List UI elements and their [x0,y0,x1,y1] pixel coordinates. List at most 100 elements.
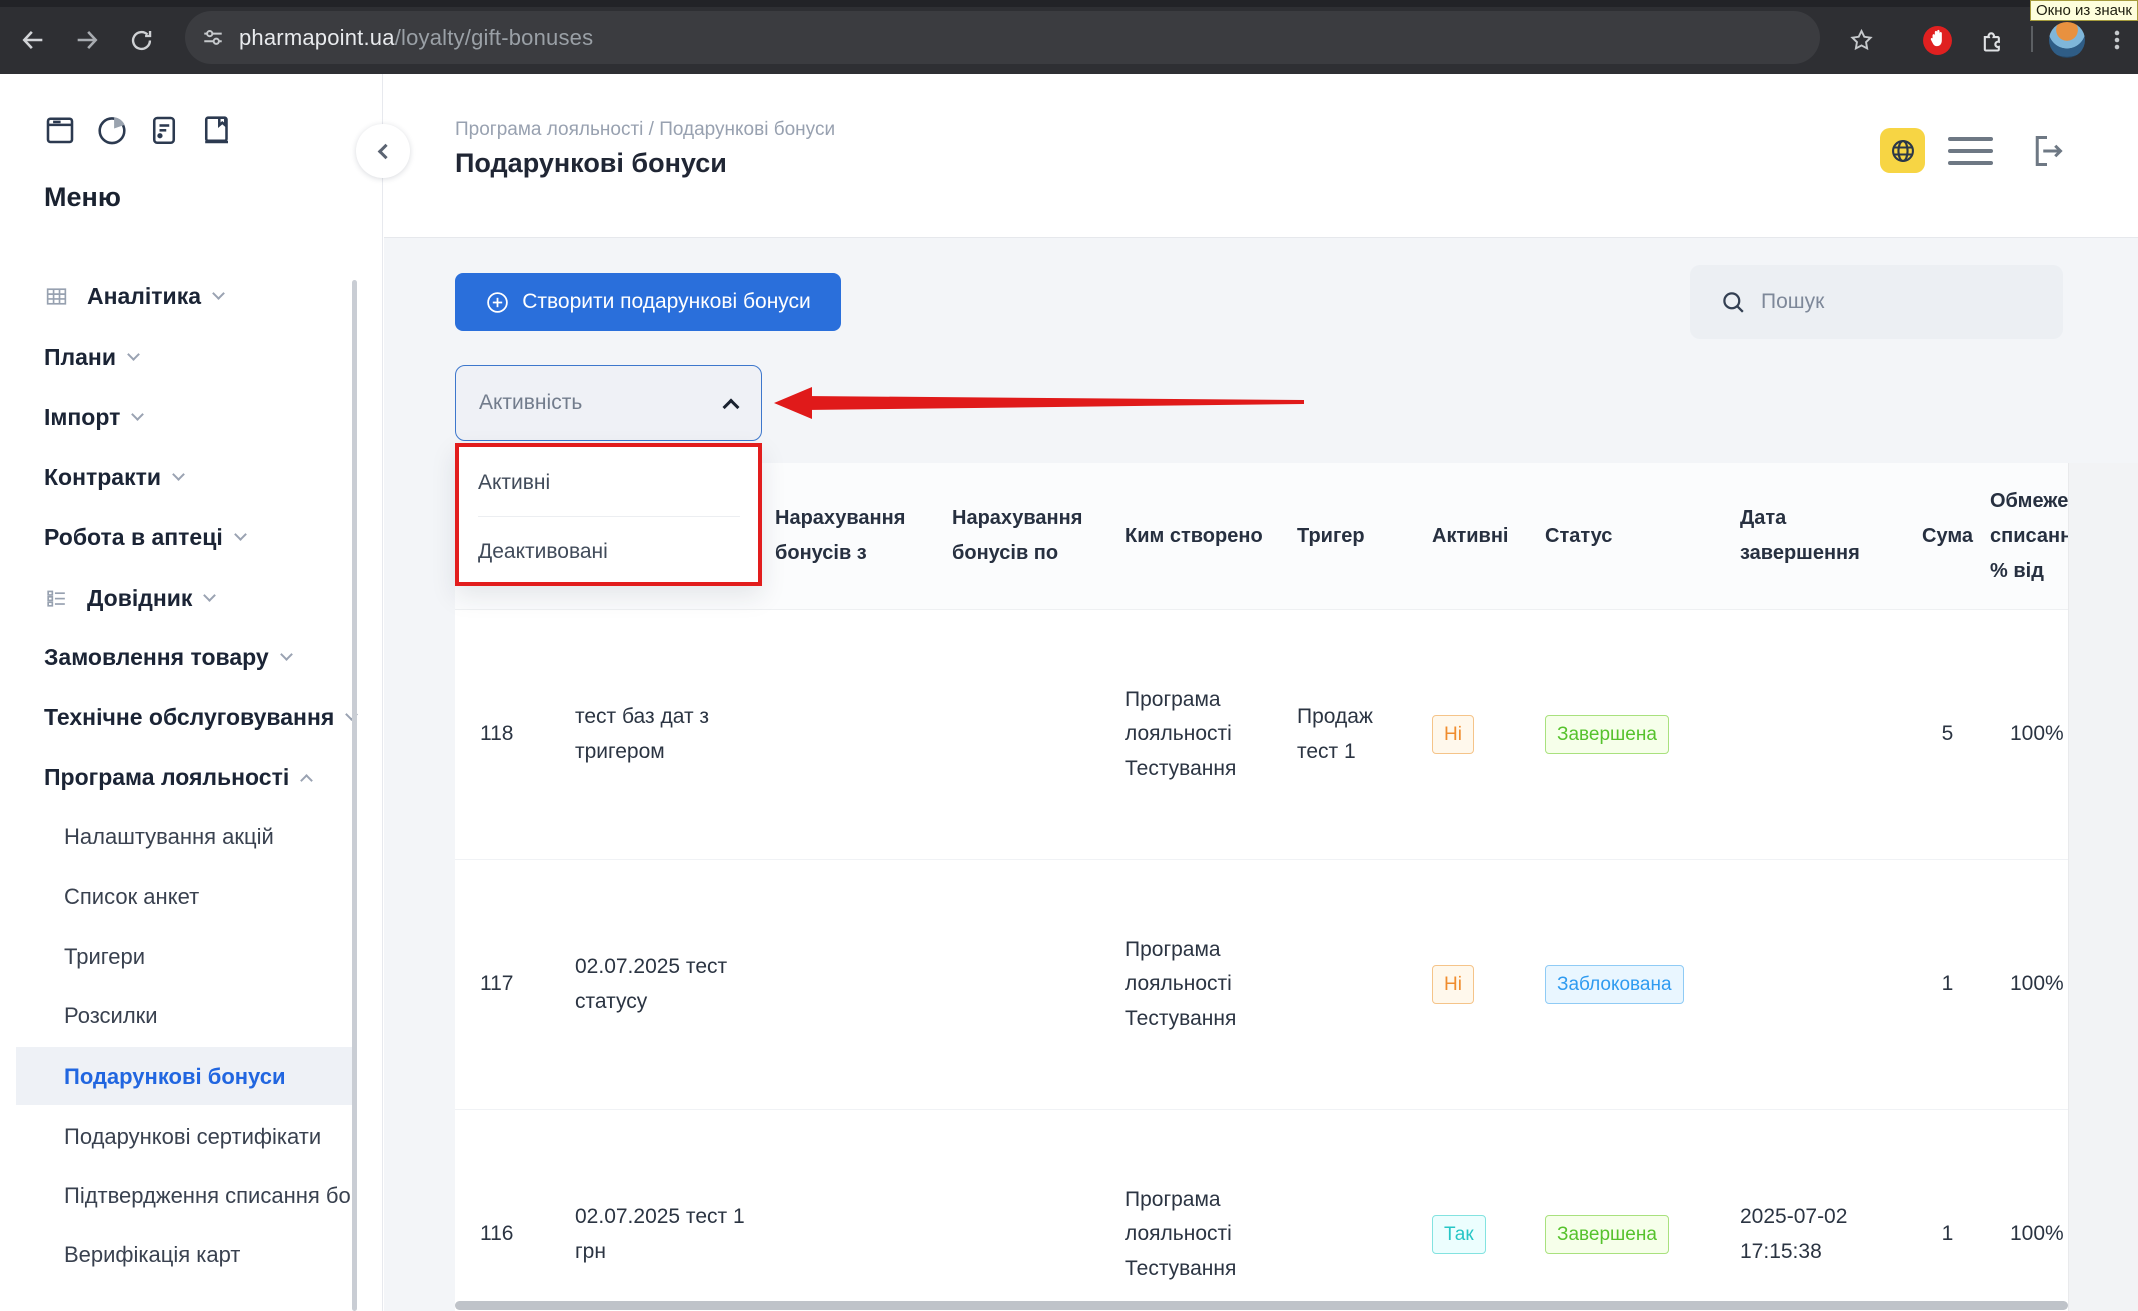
subitem-label: Подарункові бонуси [64,1064,286,1090]
cell-status: Завершена [1545,715,1740,754]
sidebar-item-loyalty-program[interactable]: Програма лояльності [44,757,311,797]
sidebar-item-plans[interactable]: Плани [44,337,138,377]
breadcrumb: Програма лояльності / Подарункові бонуси [455,119,835,141]
back-arrow-icon [19,26,47,54]
sidebar-item-label: Довідник [87,585,192,612]
chevron-down-icon [172,468,185,481]
sidebar-collapse-button[interactable] [356,124,410,178]
column-header-active[interactable]: Активні [1432,519,1545,554]
sidebar-item-label: Плани [44,344,116,371]
create-gift-bonuses-button[interactable]: Створити подарункові бонуси [455,273,841,331]
sidebar-item-label: Робота в аптеці [44,524,223,551]
sidebar-item-goods-order[interactable]: Замовлення товару [44,637,291,677]
active-badge: Так [1432,1215,1486,1254]
browser-menu-button[interactable] [2098,21,2136,59]
sidebar-item-analytics[interactable]: Аналітика [44,276,223,316]
chevron-down-icon [280,648,293,661]
sidebar-subitem-triggers[interactable]: Тригери [64,937,145,977]
browser-reload-button[interactable] [122,21,160,59]
cell-trigger: Продаж тест 1 [1297,700,1432,769]
menu-toggle-button[interactable] [1948,128,1993,173]
url-path: /loyalty/gift-bonuses [395,25,594,50]
adblock-extension-button[interactable] [1918,21,1956,59]
logout-button[interactable] [2024,128,2069,173]
active-badge: Ні [1432,965,1474,1004]
sidebar-item-directory[interactable]: Довідник [44,578,214,618]
chevron-down-icon [212,287,225,300]
subitem-label: Подарункові сертифікати [64,1124,321,1150]
table-row[interactable]: 117 02.07.2025 тест статусу Програма лоя… [455,860,2068,1110]
cell-limit: 100% [1990,717,2068,752]
sidebar-item-import[interactable]: Імпорт [44,397,142,437]
search-input[interactable] [1761,290,2041,314]
table-right-gutter [2068,463,2138,1311]
star-icon [1848,27,1875,54]
filter-option-active[interactable]: Активні [478,471,550,495]
page-title: Подарункові бонуси [455,148,727,179]
sidebar-subitem-card-verification[interactable]: Верифікація карт [64,1235,240,1275]
sidebar-subitem-writeoff-confirmation[interactable]: Підтвердження списання бону... [64,1176,354,1216]
column-header-created-by[interactable]: Ким створено [1125,519,1297,554]
create-button-label: Створити подарункові бонуси [522,290,811,314]
pie-chart-icon[interactable] [94,112,130,148]
url-domain: pharmapoint.ua [239,25,395,50]
column-header-accrual-to[interactable]: Нарахування бонусів по [952,501,1125,571]
sidebar-subitem-questionnaires[interactable]: Список анкет [64,877,199,917]
sidebar-quick-icons [42,112,234,148]
subitem-label: Підтвердження списання бону... [64,1183,354,1209]
table-row[interactable]: 118 тест баз дат з тригером Програма лоя… [455,610,2068,860]
table-row[interactable]: 116 02.07.2025 тест 1 грн Програма лояль… [455,1110,2068,1311]
chevron-down-icon [127,348,140,361]
cell-limit: 100% [1990,967,2068,1002]
column-header-sum[interactable]: Сума [1905,519,1990,554]
toolbar-separator [2031,26,2033,52]
grid-icon [44,284,69,309]
sidebar-item-maintenance[interactable]: Технічне обслуговування [44,697,356,737]
cell-active: Ні [1432,965,1545,1004]
sidebar-subitem-gift-bonuses[interactable]: Подарункові бонуси [64,1057,286,1097]
filter-option-deactivated[interactable]: Деактивовані [478,540,608,564]
cell-id: 117 [455,967,575,1002]
column-header-end-date[interactable]: Дата завершення [1740,501,1905,571]
stop-hand-icon [1922,25,1953,56]
extensions-button[interactable] [1974,21,2012,59]
cell-status: Завершена [1545,1215,1740,1254]
chevron-down-icon [131,408,144,421]
column-header-trigger[interactable]: Тригер [1297,519,1432,554]
reload-icon [128,27,155,54]
chevron-down-icon [204,589,217,602]
activity-filter-dropdown[interactable]: Активність [455,365,762,441]
chevron-up-icon [300,774,313,787]
archive-box-icon[interactable] [42,112,78,148]
sidebar-item-pharmacy-work[interactable]: Робота в аптеці [44,517,245,557]
kebab-menu-icon [2104,27,2130,53]
column-header-accrual-from[interactable]: Нарахування бонусів з [775,501,952,571]
sidebar-item-contracts[interactable]: Контракти [44,457,183,497]
browser-back-button[interactable] [14,21,52,59]
search-box[interactable] [1690,265,2063,339]
gift-bonuses-table: Нарахування бонусів з Нарахування бонусі… [455,463,2068,1311]
sidebar-scrollbar[interactable] [352,280,357,1311]
sidebar-subitem-mailings[interactable]: Розсилки [64,996,158,1036]
cell-created-by: Програма лояльності Тестування [1125,1183,1297,1287]
sidebar-item-label: Технічне обслуговування [44,704,334,731]
sidebar-subitem-promo-settings[interactable]: Налаштування акцій [64,817,274,857]
address-bar[interactable]: pharmapoint.ua/loyalty/gift-bonuses [185,11,1820,64]
filter-label: Активність [479,391,582,415]
document-icon[interactable] [146,112,182,148]
profile-avatar[interactable] [2049,22,2085,58]
column-header-status[interactable]: Статус [1545,519,1740,554]
language-button[interactable] [1880,128,1925,173]
subitem-label: Розсилки [64,1003,158,1029]
column-header-limit[interactable]: Обмеження списання % від [1990,484,2068,589]
subitem-label: Список анкет [64,884,199,910]
browser-toolbar: pharmapoint.ua/loyalty/gift-bonuses Окно… [0,0,2138,74]
sidebar-subitem-gift-certificates[interactable]: Подарункові сертифікати [64,1117,321,1157]
bookmark-star-button[interactable] [1842,21,1880,59]
chevron-left-icon [378,143,394,159]
site-settings-icon[interactable] [201,26,225,50]
url-text: pharmapoint.ua/loyalty/gift-bonuses [239,25,593,51]
book-icon[interactable] [198,112,234,148]
browser-forward-button[interactable] [68,21,106,59]
horizontal-scrollbar[interactable] [455,1301,2068,1310]
